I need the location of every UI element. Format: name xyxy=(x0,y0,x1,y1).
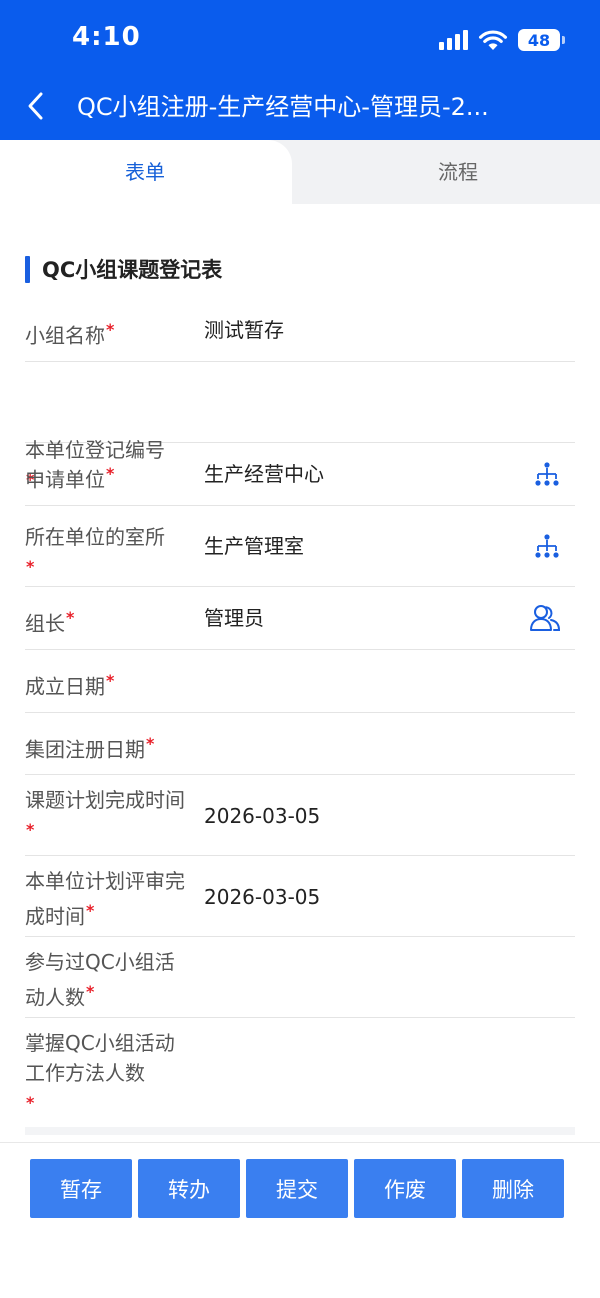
field-label: 所在单位的室所 * xyxy=(25,525,165,576)
review-completion-value[interactable]: 2026-03-05 xyxy=(204,882,320,912)
form-row-group-registration-date[interactable]: 集团注册日期* xyxy=(25,713,575,775)
transfer-button[interactable]: 转办 xyxy=(138,1159,240,1218)
form-row-review-completion[interactable]: 本单位计划评审完成时间* 2026-03-05 xyxy=(25,856,575,937)
void-button[interactable]: 作废 xyxy=(354,1159,456,1218)
tab-form[interactable]: 表单 xyxy=(0,140,290,204)
footer-divider xyxy=(0,1142,600,1143)
battery-level: 48 xyxy=(527,30,551,50)
back-button[interactable] xyxy=(20,88,50,124)
required-mark: * xyxy=(86,901,95,920)
field-label: 申请单位* xyxy=(25,464,115,492)
users-icon[interactable] xyxy=(529,603,561,633)
group-name-value[interactable]: 测试暂存 xyxy=(204,315,284,345)
form-row-participants[interactable]: 参与过QC小组活动人数* xyxy=(25,937,575,1018)
required-mark: * xyxy=(26,820,35,839)
form-row-planned-completion[interactable]: 课题计划完成时间* 2026-03-05 xyxy=(25,775,575,856)
field-label: 组长* xyxy=(25,608,75,636)
delete-button[interactable]: 删除 xyxy=(462,1159,564,1218)
wifi-icon xyxy=(479,30,507,50)
section-accent-bar xyxy=(25,255,30,283)
field-label: 集团注册日期* xyxy=(25,734,155,762)
org-tree-icon[interactable] xyxy=(533,533,561,561)
signal-icon xyxy=(439,30,468,50)
form: 小组名称* 测试暂存 本单位登记编号 * 申请单位* 生产经营中心 所在单位的室所… xyxy=(25,299,575,1128)
form-bottom-spacer xyxy=(25,1127,575,1135)
form-row-applying-unit[interactable]: 申请单位* 生产经营中心 xyxy=(25,443,575,506)
required-mark: * xyxy=(106,464,115,483)
required-mark: * xyxy=(66,608,75,627)
field-label: 参与过QC小组活动人数* xyxy=(25,950,175,1010)
form-row-department[interactable]: 所在单位的室所 * 生产管理室 xyxy=(25,506,575,587)
save-draft-button[interactable]: 暂存 xyxy=(30,1159,132,1218)
leader-value[interactable]: 管理员 xyxy=(204,603,264,633)
department-value[interactable]: 生产管理室 xyxy=(204,531,304,561)
submit-button[interactable]: 提交 xyxy=(246,1159,348,1218)
field-label: 掌握QC小组活动工作方法人数 * xyxy=(25,1031,175,1112)
action-bar: 暂存 转办 提交 作废 删除 xyxy=(30,1159,564,1218)
battery-icon: 48 xyxy=(518,29,565,51)
tab-bar: 表单 流程 xyxy=(0,140,600,204)
field-label: 课题计划完成时间* xyxy=(25,788,185,839)
field-label: 本单位计划评审完成时间* xyxy=(25,869,185,929)
form-row-leader[interactable]: 组长* 管理员 xyxy=(25,587,575,650)
required-mark: * xyxy=(26,557,35,576)
required-mark: * xyxy=(106,671,115,690)
form-row-founding-date[interactable]: 成立日期* xyxy=(25,650,575,713)
chevron-left-icon xyxy=(28,92,43,120)
required-mark: * xyxy=(146,734,155,753)
applying-unit-value[interactable]: 生产经营中心 xyxy=(204,459,324,489)
status-time: 4:10 xyxy=(72,22,141,52)
status-icons: 48 xyxy=(439,26,565,54)
required-mark: * xyxy=(26,1093,35,1112)
field-label: 成立日期* xyxy=(25,671,115,699)
tab-flow[interactable]: 流程 xyxy=(310,140,600,204)
org-tree-icon[interactable] xyxy=(533,461,561,489)
form-row-group-name[interactable]: 小组名称* 测试暂存 xyxy=(25,299,575,362)
form-row-method-masters[interactable]: 掌握QC小组活动工作方法人数 * xyxy=(25,1018,575,1128)
top-bar: 4:10 48 QC小组注册-生产经营中心-管理员-2... xyxy=(0,0,600,140)
required-mark: * xyxy=(86,982,95,1001)
section-title: QC小组课题登记表 xyxy=(42,258,223,282)
section-header: QC小组课题登记表 xyxy=(25,253,222,285)
form-row-registration-number[interactable]: 本单位登记编号 * xyxy=(25,362,575,489)
planned-completion-value[interactable]: 2026-03-05 xyxy=(204,801,320,831)
required-mark: * xyxy=(106,320,115,339)
field-label: 小组名称* xyxy=(25,320,115,348)
page-title: QC小组注册-生产经营中心-管理员-2... xyxy=(77,93,489,121)
